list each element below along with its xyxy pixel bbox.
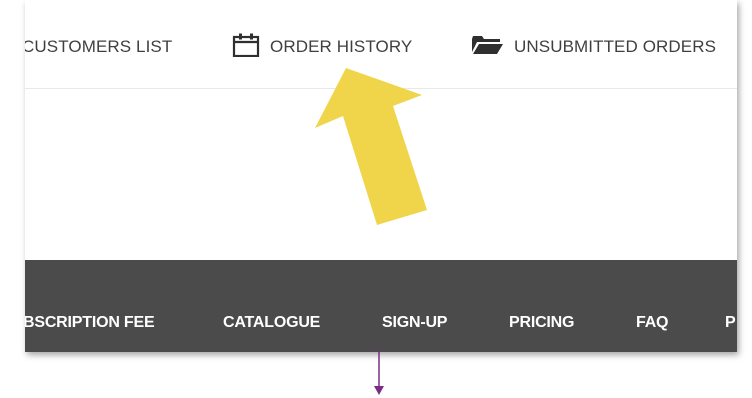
customers-list-link[interactable]: CUSTOMERS LIST (25, 33, 172, 61)
unsubmitted-orders-link[interactable]: UNSUBMITTED ORDERS (470, 33, 716, 61)
calendar-icon (232, 33, 260, 62)
yellow-arrow (315, 68, 427, 225)
order-history-label: ORDER HISTORY (270, 37, 413, 56)
customers-list-label: CUSTOMERS LIST (25, 37, 173, 56)
screenshot-stage: CUSTOMERS LIST ORDER HISTORY UNSUBMITTED… (0, 0, 752, 398)
order-history-link[interactable]: ORDER HISTORY (232, 33, 412, 61)
sign-up-link[interactable]: SIGN-UP (382, 313, 447, 333)
catalogue-link[interactable]: CATALOGUE (223, 313, 320, 333)
faq-link[interactable]: FAQ (636, 313, 668, 333)
purple-down-arrow (374, 350, 384, 395)
main-navigation-bar: BSCRIPTION FEE CATALOGUE SIGN-UP PRICING… (25, 260, 737, 352)
unsubmitted-orders-label: UNSUBMITTED ORDERS (514, 37, 717, 56)
cropped-page-panel: CUSTOMERS LIST ORDER HISTORY UNSUBMITTED… (25, 0, 737, 352)
truncated-nav-link[interactable]: P (725, 313, 736, 333)
pricing-link[interactable]: PRICING (509, 313, 574, 333)
subscription-fee-link[interactable]: BSCRIPTION FEE (25, 313, 155, 333)
folder-open-icon (470, 34, 504, 61)
